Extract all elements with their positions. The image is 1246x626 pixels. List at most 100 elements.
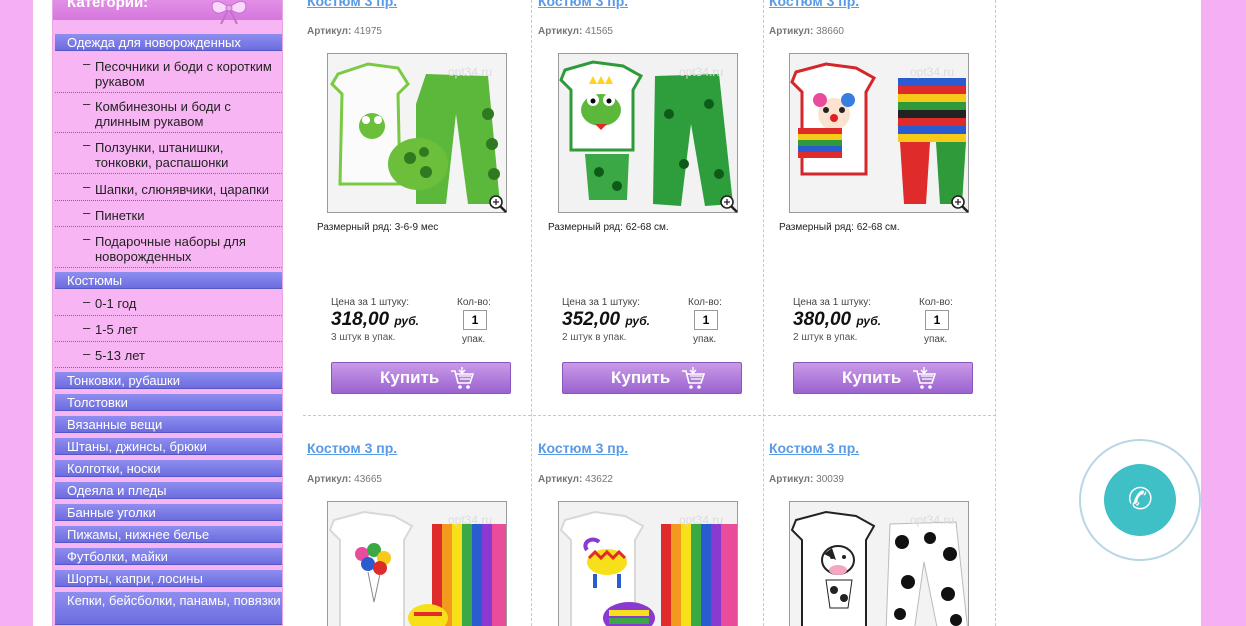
zoom-icon[interactable] (950, 194, 970, 214)
subcategory-label: Подарочные наборы для новорожденных (95, 234, 246, 264)
buy-button[interactable]: Купить (793, 362, 973, 394)
product-sku: Артикул: 43665 (307, 474, 382, 485)
buy-button[interactable]: Купить (562, 362, 742, 394)
subcategory-item[interactable]: – Шапки, слюнявчики, царапки (55, 179, 282, 201)
category-item[interactable]: Футболки, майки (55, 547, 282, 565)
qty-unit: упак. (462, 334, 486, 345)
product-size-range: Размерный ряд: 62-68 см. (779, 222, 900, 233)
dash-marker: – (83, 179, 91, 194)
sku-label: Артикул: (538, 26, 583, 37)
pack-info: 2 штук в упак. (562, 332, 627, 343)
product-card: Костюм 3 пр. Артикул: 43622 opt34.ru (533, 416, 764, 626)
product-card: Костюм 3 пр. Артикул: 43665 opt34.ru (302, 416, 533, 626)
product-title-link[interactable]: Костюм 3 пр. (769, 0, 859, 9)
category-suits[interactable]: Костюмы (55, 271, 282, 289)
subcategory-label: 5-13 лет (95, 348, 145, 363)
product-price: 380,00 руб. (793, 309, 881, 331)
product-title-link[interactable]: Костюм 3 пр. (307, 440, 397, 456)
product-image[interactable]: opt34.ru (327, 501, 507, 626)
subcategory-item[interactable]: –0-1 год (55, 294, 282, 316)
product-image[interactable]: opt34.ru (789, 501, 969, 626)
subcategory-label: 0-1 год (95, 296, 137, 311)
product-photo: opt34.ru (790, 54, 968, 212)
product-sku: Артикул: 30039 (769, 474, 844, 485)
subcategory-item[interactable]: – Пинетки (55, 205, 282, 227)
product-sku: Артикул: 41565 (538, 26, 613, 37)
category-newborn[interactable]: Одежда для новорожденных (55, 33, 282, 51)
watermark: opt34.ru (910, 513, 954, 527)
product-card: Костюм 3 пр. Артикул: 41565 opt34.ru Раз… (533, 0, 764, 415)
product-image[interactable]: opt34.ru (327, 53, 507, 213)
subcategory-item[interactable]: – Песочники и боди с коротким рукавом (55, 56, 282, 93)
qty-label: Кол-во: (457, 297, 491, 308)
watermark: opt34.ru (679, 65, 723, 79)
price-value: 380,00 (793, 309, 852, 330)
cart-icon (451, 367, 475, 389)
bow-icon (211, 1, 247, 24)
callback-button[interactable]: ✆ (1079, 439, 1201, 561)
sku-value: 43665 (354, 474, 382, 485)
price-label: Цена за 1 штуку: (562, 297, 641, 308)
sku-value: 30039 (816, 474, 844, 485)
product-size-range: Размерный ряд: 3-6-9 мес (317, 222, 439, 233)
category-item[interactable]: Банные уголки (55, 503, 282, 521)
quantity-input[interactable]: 1 (925, 310, 949, 330)
callback-circle[interactable]: ✆ (1104, 464, 1176, 536)
sku-label: Артикул: (307, 474, 352, 485)
subcategory-item[interactable]: –5-13 лет (55, 346, 282, 368)
sku-value: 41975 (354, 26, 382, 37)
product-title-link[interactable]: Костюм 3 пр. (307, 0, 397, 9)
subcategory-item[interactable]: – Комбинезоны и боди с длинным рукавом (55, 96, 282, 133)
category-item[interactable]: Пижамы, нижнее белье (55, 525, 282, 543)
watermark: opt34.ru (679, 513, 723, 527)
product-title-link[interactable]: Костюм 3 пр. (538, 440, 628, 456)
product-title-link[interactable]: Костюм 3 пр. (538, 0, 628, 9)
subcategory-label: Шапки, слюнявчики, царапки (95, 182, 270, 197)
watermark: opt34.ru (448, 513, 492, 527)
category-item[interactable]: Одеяла и пледы (55, 481, 282, 499)
cart-icon (682, 367, 706, 389)
category-item[interactable]: Толстовки (55, 393, 282, 411)
watermark: opt34.ru (448, 65, 492, 79)
quantity-input[interactable]: 1 (463, 310, 487, 330)
category-item[interactable]: Колготки, носки (55, 459, 282, 477)
subcategory-item[interactable]: –1-5 лет (55, 320, 282, 342)
product-price: 352,00 руб. (562, 309, 650, 331)
zoom-icon[interactable] (719, 194, 739, 214)
product-card: Костюм 3 пр. Артикул: 38660 opt34.ru Раз… (764, 0, 995, 415)
quantity-input[interactable]: 1 (694, 310, 718, 330)
price-currency: руб. (394, 314, 420, 328)
product-card: Костюм 3 пр. Артикул: 41975 opt34.ru Раз… (302, 0, 533, 415)
category-item[interactable]: Вязанные вещи (55, 415, 282, 433)
product-image[interactable]: opt34.ru (558, 501, 738, 626)
sku-label: Артикул: (307, 26, 352, 37)
category-item[interactable]: Кепки, бейсболки, панамы, повязки (55, 591, 282, 625)
price-label: Цена за 1 штуку: (331, 297, 410, 308)
subcategory-item[interactable]: – Подарочные наборы для новорожденных (55, 231, 282, 268)
sidebar-header: Категории: (53, 0, 282, 24)
category-item[interactable]: Шорты, капри, лосины (55, 569, 282, 587)
category-item[interactable]: Штаны, джинсы, брюки (55, 437, 282, 455)
price-currency: руб. (625, 314, 651, 328)
category-item[interactable]: Тонковки, рубашки (55, 371, 282, 389)
subcategory-label: Песочники и боди с коротким рукавом (95, 59, 272, 89)
buy-label: Купить (842, 368, 902, 387)
price-label: Цена за 1 штуку: (793, 297, 872, 308)
product-photo: opt34.ru (559, 502, 737, 626)
sidebar-title: Категории: (67, 0, 149, 11)
sku-label: Артикул: (538, 474, 583, 485)
subcategory-item[interactable]: – Ползунки, штанишки, тонковки, распашонк… (55, 137, 282, 174)
dash-marker: – (83, 320, 91, 335)
dash-marker: – (83, 231, 91, 246)
product-image[interactable]: opt34.ru (558, 53, 738, 213)
page: Категории: Одежда для новорожденных – Пес… (33, 0, 1201, 626)
dash-marker: – (83, 137, 91, 152)
product-image[interactable]: opt34.ru (789, 53, 969, 213)
zoom-icon[interactable] (488, 194, 508, 214)
price-value: 318,00 (331, 309, 390, 330)
dash-marker: – (83, 346, 91, 361)
dash-marker: – (83, 205, 91, 220)
product-title-link[interactable]: Костюм 3 пр. (769, 440, 859, 456)
subcategory-label: Комбинезоны и боди с длинным рукавом (95, 99, 231, 129)
buy-button[interactable]: Купить (331, 362, 511, 394)
